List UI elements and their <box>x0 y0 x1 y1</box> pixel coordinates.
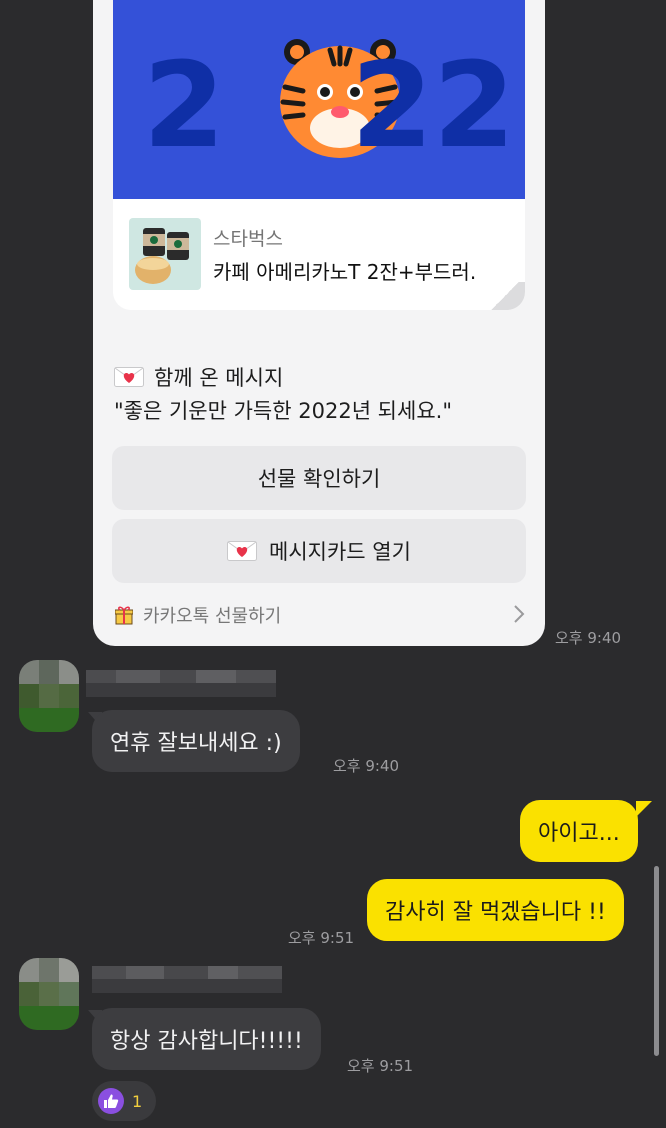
banner-year-last-digits: 22 <box>351 36 515 174</box>
open-card-label: 메시지카드 열기 <box>269 540 411 564</box>
scrollbar[interactable] <box>654 866 659 1056</box>
sender-name-blurred <box>86 666 286 700</box>
thumbs-up-icon <box>98 1088 124 1114</box>
gift-product-name: 카페 아메리카노T 2잔+부드러. <box>213 260 477 284</box>
message-bubble-incoming[interactable]: 항상 감사합니다!!!!! <box>92 1008 321 1070</box>
gift-message-section: 함께 온 메시지 "좋은 기운만 가득한 2022년 되세요." <box>114 362 534 425</box>
reaction-count: 1 <box>132 1091 143 1111</box>
banner-year-first-digit: 2 <box>143 36 225 174</box>
chat-screen: 2 22 스타벅스 카페 아메리카노T 2잔+부드러. 함께 온 메시지 "좋은… <box>0 0 666 1128</box>
avatar[interactable] <box>19 958 79 1030</box>
gift-brand-name: 스타벅스 <box>213 228 283 250</box>
message-heading: 함께 온 메시지 <box>154 366 284 390</box>
reaction-badge[interactable]: 1 <box>92 1081 156 1121</box>
message-text: 항상 감사합니다!!!!! <box>110 1029 303 1054</box>
message-text: 감사히 잘 먹겠습니다 !! <box>385 900 606 925</box>
gift-product-row[interactable]: 스타벅스 카페 아메리카노T 2잔+부드러. <box>129 218 513 290</box>
message-bubble-incoming[interactable]: 연휴 잘보내세요 :) <box>92 710 300 772</box>
gift-product-box[interactable]: 2 22 스타벅스 카페 아메리카노T 2잔+부드러. <box>113 0 525 310</box>
envelope-heart-icon <box>227 541 258 561</box>
message-bubble-outgoing[interactable]: 아이고... <box>520 800 638 862</box>
product-thumbnail <box>129 218 201 290</box>
bubble-tail <box>636 801 652 817</box>
message-timestamp: 오후 9:40 <box>333 757 400 775</box>
message-bubble-outgoing[interactable]: 감사히 잘 먹겠습니다 !! <box>367 879 624 941</box>
open-message-card-button[interactable]: 메시지카드 열기 <box>112 519 526 583</box>
message-text: "좋은 기운만 가득한 2022년 되세요." <box>114 399 452 423</box>
gift-box-icon <box>114 605 134 625</box>
gift-message-card[interactable]: 2 22 스타벅스 카페 아메리카노T 2잔+부드러. 함께 온 메시지 "좋은… <box>93 0 545 646</box>
gift-timestamp: 오후 9:40 <box>555 629 622 647</box>
chevron-right-icon <box>513 604 525 629</box>
envelope-heart-icon <box>114 367 144 387</box>
kakao-gift-label: 카카오톡 선물하기 <box>143 606 282 627</box>
message-text: 연휴 잘보내세요 :) <box>110 731 282 756</box>
sender-name-blurred <box>92 962 292 996</box>
page-fold-corner <box>485 282 525 310</box>
gift-banner-image: 2 22 <box>113 0 525 199</box>
message-text: 아이고... <box>538 821 620 846</box>
message-timestamp: 오후 9:51 <box>288 929 355 947</box>
kakao-gift-link[interactable]: 카카오톡 선물하기 <box>114 600 525 630</box>
check-gift-button[interactable]: 선물 확인하기 <box>112 446 526 510</box>
avatar[interactable] <box>19 660 79 732</box>
message-timestamp: 오후 9:51 <box>347 1057 414 1075</box>
check-gift-label: 선물 확인하기 <box>257 467 381 491</box>
